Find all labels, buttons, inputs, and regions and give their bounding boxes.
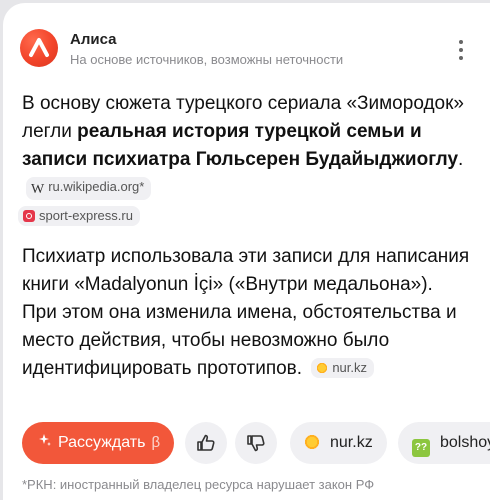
- more-vertical-icon[interactable]: [455, 40, 467, 64]
- brand-name: Алиса: [70, 31, 117, 48]
- alice-logo-icon: [20, 29, 58, 67]
- source-button-label: nur.kz: [330, 434, 373, 451]
- source-chip-label: ru.wikipedia.org*: [48, 179, 145, 194]
- like-button[interactable]: [185, 422, 227, 464]
- answer-paragraph-1: В основу сюжета турецкого сериала «Зимор…: [18, 90, 472, 231]
- answer-body: В основу сюжета турецкого сериала «Зимор…: [18, 90, 472, 383]
- reason-button[interactable]: Рассуждать β: [22, 422, 174, 464]
- action-bar: Рассуждать β nur.kz ?? bolshoy: [22, 422, 490, 464]
- beta-badge: β: [151, 434, 161, 451]
- nur-icon: [304, 434, 320, 450]
- source-chip-nur[interactable]: nur.kz: [311, 358, 375, 378]
- answer-text: Психиатр использовала эти записи для нап…: [22, 246, 470, 379]
- answer-card: Алиса На основе источников, возможны нет…: [3, 3, 490, 500]
- answer-header: Алиса На основе источников, возможны нет…: [3, 3, 490, 83]
- sport-express-icon: [23, 210, 35, 222]
- thumbs-up-icon: [197, 434, 215, 451]
- answer-bold-text: реальная история турецкой семьи и записи…: [22, 121, 459, 170]
- sparkle-icon: [38, 422, 52, 464]
- source-button-label: bolshoy: [440, 434, 490, 451]
- legal-footnote: *РКН: иностранный владелец ресурса наруш…: [22, 477, 375, 492]
- source-chip-label: sport-express.ru: [39, 208, 133, 223]
- source-chip-wikipedia[interactable]: Wru.wikipedia.org*: [26, 177, 152, 200]
- answer-paragraph-2: Психиатр использовала эти записи для нап…: [22, 243, 472, 383]
- source-button-bolshoy[interactable]: ?? bolshoy: [398, 422, 490, 464]
- wikipedia-icon: W: [31, 182, 45, 197]
- source-chip-label: nur.kz: [332, 360, 368, 375]
- reason-button-label: Рассуждать: [58, 434, 146, 451]
- thumbs-down-icon: [247, 435, 265, 452]
- answer-text: .: [458, 149, 464, 170]
- brand-subtitle: На основе источников, возможны неточност…: [70, 52, 344, 67]
- bolshoy-icon: ??: [412, 439, 430, 457]
- dislike-button[interactable]: [235, 422, 277, 464]
- nur-icon: [316, 362, 329, 374]
- source-button-nur[interactable]: nur.kz: [290, 422, 387, 464]
- source-chip-sport-express[interactable]: sport-express.ru: [18, 206, 140, 226]
